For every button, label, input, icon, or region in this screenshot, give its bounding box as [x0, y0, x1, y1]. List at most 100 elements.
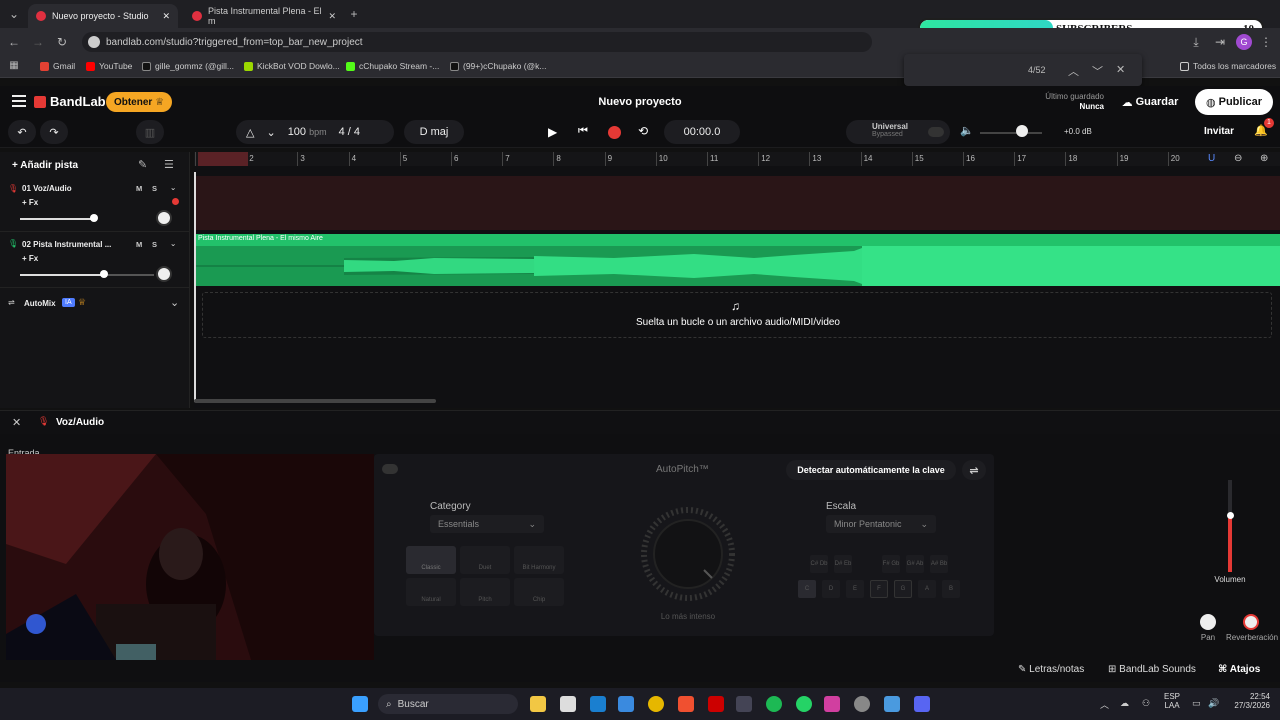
mixer-icon[interactable]: ▥ — [136, 120, 164, 144]
new-tab-icon[interactable]: + — [346, 6, 362, 22]
bookmark-kickbot[interactable]: KickBot VOD Dowlo... — [244, 61, 340, 71]
style-duet[interactable]: Duet — [460, 546, 510, 574]
speaker-icon[interactable]: 🔈 — [960, 124, 974, 137]
style-natural[interactable]: Natural — [406, 578, 456, 606]
bookmark-youtube[interactable]: YouTube — [86, 61, 132, 71]
horizontal-scrollbar[interactable] — [194, 399, 436, 403]
profile-avatar[interactable]: G — [1236, 34, 1252, 50]
tab-list-icon[interactable]: ⌄ — [6, 6, 22, 22]
whatsapp-icon[interactable] — [796, 696, 812, 712]
settings-sliders-icon[interactable]: ☰ — [164, 158, 174, 171]
track-volume-slider[interactable] — [20, 218, 94, 220]
intensity-knob[interactable] — [628, 504, 748, 604]
category-select[interactable]: Essentials ⌄ — [430, 515, 544, 533]
back-icon[interactable]: ← — [6, 34, 22, 50]
bookmark-tiktok[interactable]: gille_gommz (@gill... — [142, 61, 234, 71]
track-row-1[interactable]: 🎙 01 Voz/Audio M S ⌄ + Fx — [0, 178, 190, 232]
track-volume-handle[interactable] — [90, 214, 98, 222]
menu-icon[interactable]: ⋮ — [1258, 34, 1274, 50]
obtener-button[interactable]: Obtener ♕ — [106, 92, 172, 112]
invite-button[interactable]: Invitar — [1204, 126, 1234, 137]
instagram-icon[interactable] — [824, 696, 840, 712]
close-panel-icon[interactable]: ✕ — [12, 416, 21, 429]
bpm-value[interactable]: 100 bpm — [288, 126, 327, 138]
obs-icon[interactable] — [854, 696, 870, 712]
chevron-down-icon[interactable]: ⌄ — [170, 183, 176, 192]
automix-row[interactable]: ⇌ AutoMix IA ♕ ⌄ — [0, 292, 190, 316]
note-a[interactable]: A — [918, 580, 936, 598]
note-a-sharp[interactable]: A# Bb — [930, 555, 948, 573]
redo-icon[interactable]: ↷ — [40, 120, 68, 144]
bookmark-kick-stream[interactable]: cChupako Stream -... — [346, 61, 439, 71]
style-classic[interactable]: Classic — [406, 546, 456, 574]
app-icon-2[interactable] — [736, 696, 752, 712]
zoom-out-icon[interactable]: ⊖ — [1234, 153, 1242, 164]
timeline-ruler[interactable]: 1234567891011121314151617181920 — [194, 152, 1280, 166]
audio-clip-instrumental[interactable]: Pista Instrumental Plena - El mismo Aire — [194, 234, 1280, 286]
note-f[interactable]: F — [870, 580, 888, 598]
bandlab-logo[interactable]: BandLab — [34, 94, 106, 109]
note-b[interactable]: B — [942, 580, 960, 598]
apps-icon[interactable]: ▦ — [6, 58, 22, 74]
spotify-icon[interactable] — [766, 696, 782, 712]
chevron-down-icon[interactable]: ⌄ — [170, 296, 179, 309]
app-icon[interactable] — [590, 696, 606, 712]
track-volume-handle[interactable] — [100, 270, 108, 278]
universal-toggle[interactable] — [928, 127, 944, 137]
master-volume-slider[interactable] — [980, 132, 1042, 134]
master-volume-knob[interactable] — [1016, 125, 1028, 137]
language-indicator[interactable]: ESP LAA — [1160, 692, 1184, 710]
note-g-sharp[interactable]: G# Ab — [906, 555, 924, 573]
detect-key-button[interactable]: Detectar automáticamente la clave — [786, 460, 956, 480]
tab-close-icon[interactable]: ✕ — [328, 11, 336, 22]
forward-icon[interactable]: → — [30, 34, 46, 50]
chevron-down-icon[interactable]: ⌄ — [170, 239, 176, 248]
notepad-icon[interactable] — [884, 696, 900, 712]
share-icon[interactable]: ⇥ — [1212, 34, 1228, 50]
bandlab-sounds-button[interactable]: ⊞ BandLab Sounds — [1108, 664, 1196, 675]
solo-button[interactable]: S — [152, 240, 157, 249]
shortcuts-button[interactable]: ⌘ Atajos — [1218, 664, 1260, 675]
undo-icon[interactable]: ↶ — [8, 120, 36, 144]
loop-region[interactable] — [198, 152, 248, 166]
playhead[interactable] — [194, 172, 196, 402]
fx-button[interactable]: + Fx — [22, 198, 38, 207]
save-button[interactable]: ☁ Guardar — [1112, 89, 1188, 115]
bookmark-all[interactable]: Todos los marcadores — [1180, 61, 1276, 71]
reload-icon[interactable]: ↻ — [54, 34, 70, 50]
loop-icon[interactable]: ⟲ — [638, 124, 648, 138]
note-c[interactable]: C — [798, 580, 816, 598]
zoom-in-icon[interactable]: ⊕ — [1260, 153, 1268, 164]
tab-youtube[interactable]: Pista Instrumental Plena - El m ✕ — [184, 4, 344, 28]
reverb-knob[interactable] — [1243, 614, 1259, 630]
pan-knob[interactable] — [156, 266, 172, 282]
chrome-icon[interactable] — [648, 696, 664, 712]
lyrics-button[interactable]: ✎ Letras/notas — [1018, 664, 1084, 675]
browser-icon[interactable] — [678, 696, 694, 712]
track-row-2[interactable]: 🎙 02 Pista Instrumental ... M S ⌄ + Fx — [0, 234, 190, 288]
taskbar-search[interactable]: ⌕ Buscar — [378, 694, 518, 714]
monitor-icon[interactable]: ▭ — [1192, 698, 1201, 709]
mail-icon[interactable] — [618, 696, 634, 712]
note-g[interactable]: G — [894, 580, 912, 598]
style-chip[interactable]: Chip — [514, 578, 564, 606]
key-selector[interactable]: D maj — [404, 120, 464, 144]
file-explorer-icon[interactable] — [530, 696, 546, 712]
find-next-icon[interactable]: ﹀ — [1092, 63, 1103, 79]
fx-button[interactable]: + Fx — [22, 254, 38, 263]
mute-button[interactable]: M — [136, 240, 142, 249]
scale-select[interactable]: Minor Pentatonic ⌄ — [826, 515, 936, 533]
tray-chevron-icon[interactable]: ︿ — [1100, 698, 1109, 711]
bookmark-tiktok-2[interactable]: (99+)cChupako (@k... — [450, 61, 547, 71]
time-signature[interactable]: 4 / 4 — [339, 126, 360, 138]
project-title[interactable]: Nuevo proyecto — [560, 96, 720, 108]
netflix-icon[interactable] — [708, 696, 724, 712]
track-volume-fader-handle[interactable] — [1227, 512, 1234, 519]
style-bit-harmony[interactable]: Bit Harmony — [514, 546, 564, 574]
windows-start-icon[interactable] — [352, 696, 368, 712]
tab-studio[interactable]: Nuevo proyecto - Studio ✕ — [28, 4, 178, 28]
pencil-icon[interactable]: ✎ — [138, 158, 147, 171]
autopitch-toggle[interactable] — [382, 464, 398, 474]
note-d-sharp[interactable]: D# Eb — [834, 555, 852, 573]
timeline[interactable]: 1234567891011121314151617181920 Pista In… — [194, 152, 1280, 408]
